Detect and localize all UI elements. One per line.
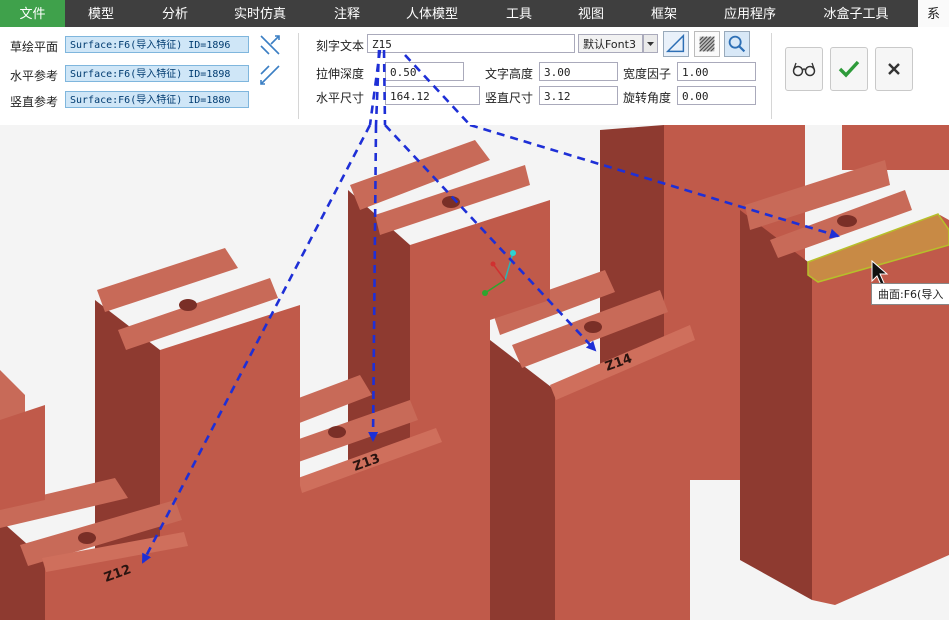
- vertical-size-input[interactable]: 3.12: [539, 86, 618, 105]
- menu-icebox-tools[interactable]: 冰盒子工具: [812, 0, 900, 27]
- text-height-label: 文字高度: [485, 67, 534, 81]
- menu-view[interactable]: 视图: [560, 0, 622, 27]
- text-height-input[interactable]: 3.00: [539, 62, 618, 81]
- horizontal-size-input[interactable]: 164.12: [385, 86, 480, 105]
- close-icon: [888, 63, 900, 75]
- rotation-angle-label: 旋转角度: [623, 91, 672, 105]
- menu-realtime-sim[interactable]: 实时仿真: [225, 0, 295, 27]
- ribbon-divider: [771, 33, 772, 119]
- engrave-text-input[interactable]: Z15: [367, 34, 575, 53]
- menu-analysis[interactable]: 分析: [144, 0, 206, 27]
- model-canvas[interactable]: Z12 Z13 Z14: [0, 125, 949, 620]
- extrude-depth-label: 拉伸深度: [316, 67, 365, 81]
- engrave-ribbon: 草绘平面 Surface:F6(导入特征) ID=1896 水平参考 Surfa…: [0, 27, 949, 125]
- menu-active-tab[interactable]: 系: [918, 0, 949, 27]
- horizontal-ref-label: 水平参考: [10, 69, 59, 83]
- vertical-ref-label: 竖直参考: [10, 95, 59, 109]
- vertical-ref-field[interactable]: Surface:F6(导入特征) ID=1880: [65, 91, 249, 108]
- ribbon-divider: [298, 33, 299, 119]
- font-select[interactable]: 默认Font3: [578, 34, 643, 53]
- menu-human-model[interactable]: 人体模型: [397, 0, 467, 27]
- check-icon: [838, 60, 860, 78]
- menu-annotation[interactable]: 注释: [316, 0, 378, 27]
- vertical-size-label: 竖直尺寸: [485, 91, 534, 105]
- sketch-plane-label: 草绘平面: [10, 40, 59, 54]
- cancel-button[interactable]: [875, 47, 913, 91]
- menu-tools[interactable]: 工具: [488, 0, 550, 27]
- width-factor-label: 宽度因子: [623, 67, 672, 81]
- swap-arrows-icon[interactable]: [257, 62, 283, 88]
- font-dropdown-icon[interactable]: [643, 34, 658, 53]
- width-factor-input[interactable]: 1.00: [677, 62, 756, 81]
- plane-icon[interactable]: [663, 31, 689, 57]
- model-viewport[interactable]: Z12 Z13 Z14 曲面:F6(导入: [0, 125, 949, 620]
- rotation-angle-input[interactable]: 0.00: [677, 86, 756, 105]
- swap-arrows-icon[interactable]: [257, 32, 283, 58]
- horizontal-ref-field[interactable]: Surface:F6(导入特征) ID=1898: [65, 65, 249, 82]
- extrude-depth-input[interactable]: 0.50: [385, 62, 464, 81]
- sketch-plane-field[interactable]: Surface:F6(导入特征) ID=1896: [65, 36, 249, 53]
- menu-applications[interactable]: 应用程序: [714, 0, 786, 27]
- surface-tooltip: 曲面:F6(导入: [871, 283, 949, 305]
- horizontal-size-label: 水平尺寸: [316, 91, 365, 105]
- hatch-icon[interactable]: [694, 31, 720, 57]
- engrave-text-label: 刻字文本: [316, 39, 365, 53]
- preview-button[interactable]: [785, 47, 823, 91]
- menu-model[interactable]: 模型: [70, 0, 132, 27]
- ok-button[interactable]: [830, 47, 868, 91]
- menu-frame[interactable]: 框架: [633, 0, 695, 27]
- zoom-pick-icon[interactable]: [724, 31, 750, 57]
- menu-bar: 文件 模型 分析 实时仿真 注释 人体模型 工具 视图 框架 应用程序 冰盒子工…: [0, 0, 949, 27]
- menu-file[interactable]: 文件: [0, 0, 65, 27]
- preview-glasses-icon: [792, 62, 816, 77]
